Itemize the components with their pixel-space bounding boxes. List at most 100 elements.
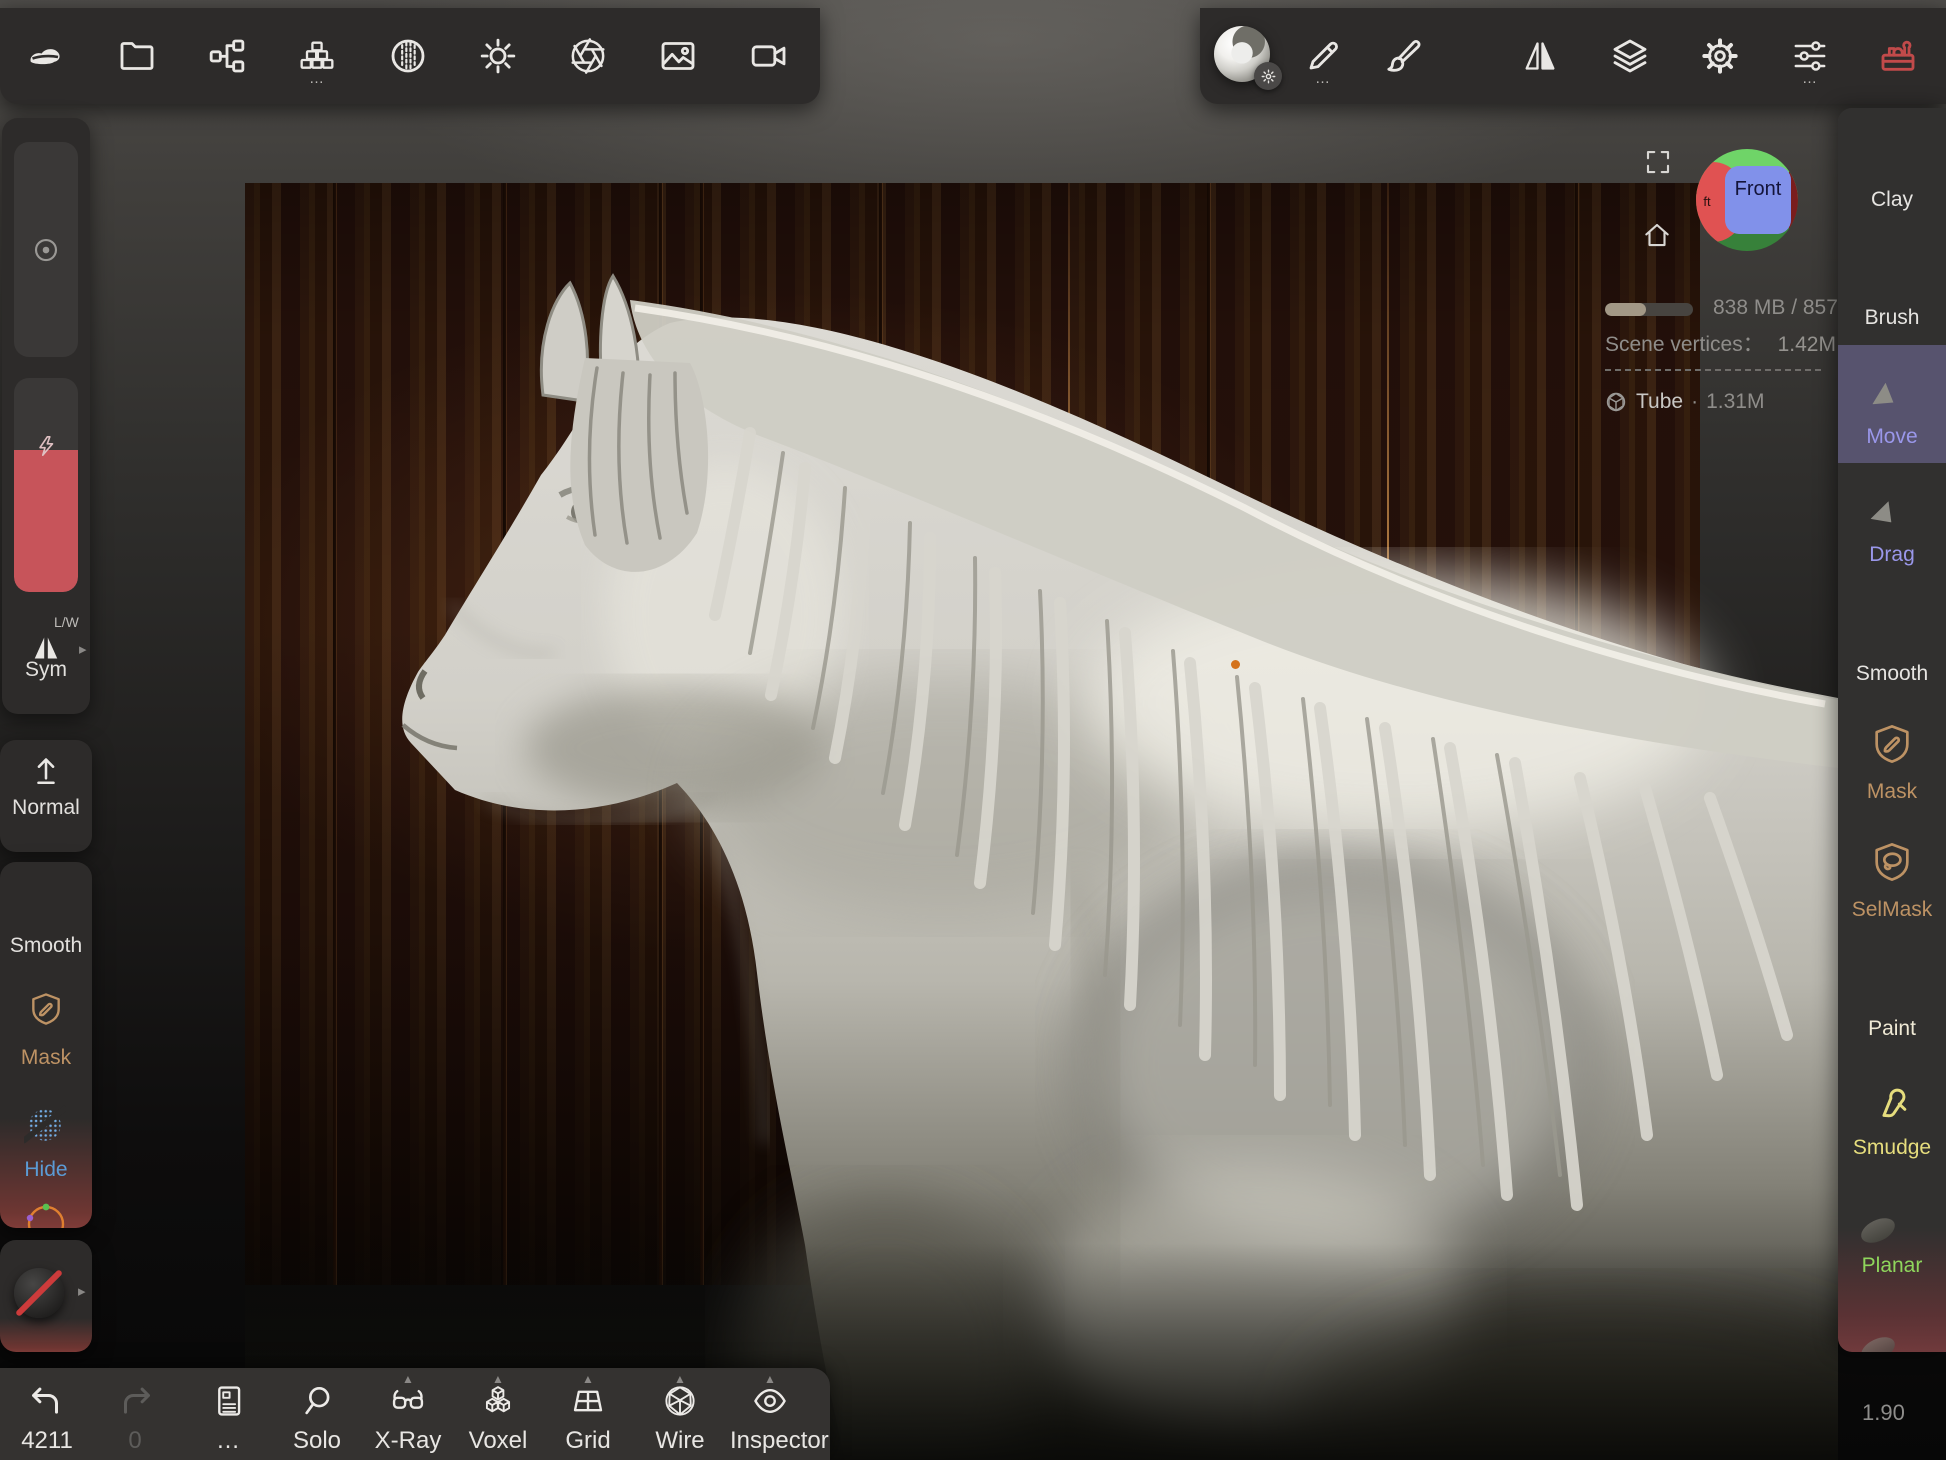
- tool-move-selected[interactable]: Move: [1838, 345, 1946, 463]
- tool-label: Brush: [1838, 306, 1946, 330]
- wood-seam: [700, 183, 703, 1285]
- tool-label: Smooth: [1838, 662, 1946, 686]
- grid-caret-icon: ▲: [582, 1373, 594, 1385]
- mesh-icon: [1604, 390, 1628, 414]
- scene-vertices-label: Scene vertices：: [1605, 333, 1764, 356]
- inspector-label: Inspector: [730, 1427, 810, 1455]
- notes-label: …: [188, 1427, 268, 1455]
- grid-button[interactable]: ▲ Grid: [548, 1382, 628, 1455]
- wire-button[interactable]: ▲ Wire: [640, 1382, 720, 1455]
- xray-button[interactable]: ▲ X-Ray: [368, 1382, 448, 1455]
- tool-label: Paint: [1838, 1017, 1946, 1041]
- notes-book-icon: [209, 1382, 247, 1420]
- left-quick-tools-panel: Smooth Mask Hide: [0, 862, 92, 1228]
- notes-button[interactable]: …: [188, 1382, 268, 1455]
- nomad-logo-icon[interactable]: [25, 36, 65, 76]
- selected-object-row[interactable]: Tube · 1.31M: [1604, 390, 1764, 414]
- grid-label: Grid: [548, 1427, 628, 1455]
- voxel-label: Voxel: [458, 1427, 538, 1455]
- scene-graph-icon[interactable]: [207, 36, 247, 76]
- tool-label: Mask: [1838, 780, 1946, 804]
- top-left-toolbar: …: [0, 8, 820, 104]
- wood-seam: [1068, 183, 1070, 1285]
- solo-button[interactable]: Solo: [277, 1382, 357, 1455]
- fullscreen-icon[interactable]: [1643, 147, 1673, 177]
- tool-drag[interactable]: Drag: [1838, 463, 1946, 581]
- sliders-more-dots: …: [1790, 70, 1830, 87]
- smooth-quick-label: Smooth: [0, 934, 92, 958]
- wood-seam: [1575, 183, 1578, 1285]
- intensity-slider[interactable]: [14, 378, 78, 592]
- inspector-caret-icon: ▲: [764, 1373, 776, 1385]
- settings-gear-icon[interactable]: [1700, 36, 1740, 76]
- tool-settings-gear-icon[interactable]: [1254, 62, 1282, 90]
- wood-seam: [1387, 183, 1389, 1285]
- object-name: Tube: [1636, 390, 1683, 414]
- wood-seam: [503, 183, 506, 1285]
- scene-vertices: Scene vertices： 1.42M: [1605, 328, 1836, 358]
- voxel-cubes-icon: [479, 1382, 517, 1420]
- wood-seam: [333, 183, 336, 1285]
- gizmo-front-label: Front: [1735, 178, 1782, 200]
- tool-planar[interactable]: Planar: [1838, 1174, 1946, 1292]
- wireframe-sphere-icon: [661, 1382, 699, 1420]
- stroke-normal-panel[interactable]: Normal: [0, 740, 92, 852]
- files-folder-icon[interactable]: [117, 36, 157, 76]
- material-sphere-icon[interactable]: [388, 36, 428, 76]
- tool-label: Drag: [1838, 543, 1946, 567]
- wire-caret-icon: ▲: [674, 1373, 686, 1385]
- tool-paint[interactable]: Paint: [1838, 937, 1946, 1055]
- wood-seam: [659, 183, 662, 1285]
- tool-mask[interactable]: Mask: [1838, 700, 1946, 818]
- solo-label: Solo: [277, 1427, 357, 1455]
- radius-slider[interactable]: [14, 142, 78, 357]
- falloff-expand-chevron[interactable]: ▸: [78, 1282, 86, 1300]
- camera-video-icon[interactable]: [749, 36, 789, 76]
- gizmo-left-label: ft: [1703, 194, 1711, 209]
- symmetry-mirror-icon[interactable]: [1520, 36, 1560, 76]
- tool-label: SelMask: [1838, 898, 1946, 922]
- viewport-reference-photo[interactable]: [245, 183, 1700, 1285]
- sym-expand-chevron[interactable]: ▸: [79, 640, 87, 658]
- tool-sidebar: Clay Brush Move Drag Smooth Mask: [1838, 108, 1946, 1352]
- selmask-shield-icon: [1869, 839, 1915, 885]
- tool-partial[interactable]: [1838, 1293, 1946, 1352]
- nomad-sculpt-app: Front ft 838 MB / 857 MB Scene vertices：…: [0, 0, 1946, 1460]
- memory-usage-bar: [1605, 303, 1693, 316]
- inspector-button[interactable]: ▲ Inspector: [730, 1382, 810, 1455]
- wood-seam: [879, 183, 882, 1285]
- paint-brush-icon[interactable]: [1383, 36, 1423, 76]
- glasses-icon: [389, 1382, 427, 1420]
- hide-quick-icon[interactable]: [24, 1104, 66, 1146]
- background-image-icon[interactable]: [658, 36, 698, 76]
- lighting-sun-icon[interactable]: [478, 36, 518, 76]
- tool-label: Smudge: [1838, 1136, 1946, 1160]
- intensity-slider-fill: [14, 450, 78, 592]
- left-stroke-panel: L/W ▸ Sym: [2, 118, 90, 714]
- tool-smooth[interactable]: Smooth: [1838, 582, 1946, 700]
- mask-quick-icon[interactable]: [27, 990, 65, 1028]
- tool-smudge[interactable]: Smudge: [1838, 1056, 1946, 1174]
- xray-caret-icon: ▲: [402, 1373, 414, 1385]
- voxel-caret-icon: ▲: [492, 1373, 504, 1385]
- tool-brush[interactable]: Brush: [1838, 226, 1946, 344]
- tool-clay[interactable]: Clay: [1838, 108, 1946, 226]
- falloff-panel[interactable]: ▸: [0, 1240, 92, 1352]
- arrow-up-normal-icon: [28, 752, 64, 788]
- tool-selmask[interactable]: SelMask: [1838, 818, 1946, 936]
- redo-button[interactable]: 0: [95, 1382, 175, 1455]
- active-tool-sphere-icon[interactable]: [1214, 26, 1270, 82]
- memory-usage-text: 838 MB / 857 MB: [1713, 296, 1838, 320]
- home-icon[interactable]: [1642, 220, 1672, 250]
- topology-more-dots: …: [297, 70, 337, 87]
- object-vertex-count: 1.31M: [1706, 390, 1764, 414]
- voxel-button[interactable]: ▲ Voxel: [458, 1382, 538, 1455]
- grid-plane-icon: [569, 1382, 607, 1420]
- orientation-gizmo[interactable]: Front ft: [1695, 148, 1799, 252]
- layers-icon[interactable]: [1610, 36, 1650, 76]
- sym-lw-label: L/W: [54, 614, 79, 630]
- gizmo-quick-icon-partial[interactable]: [22, 1198, 70, 1228]
- postprocess-aperture-icon[interactable]: [568, 36, 608, 76]
- toolbox-icon[interactable]: [1878, 36, 1918, 76]
- undo-button[interactable]: 4211: [7, 1382, 87, 1455]
